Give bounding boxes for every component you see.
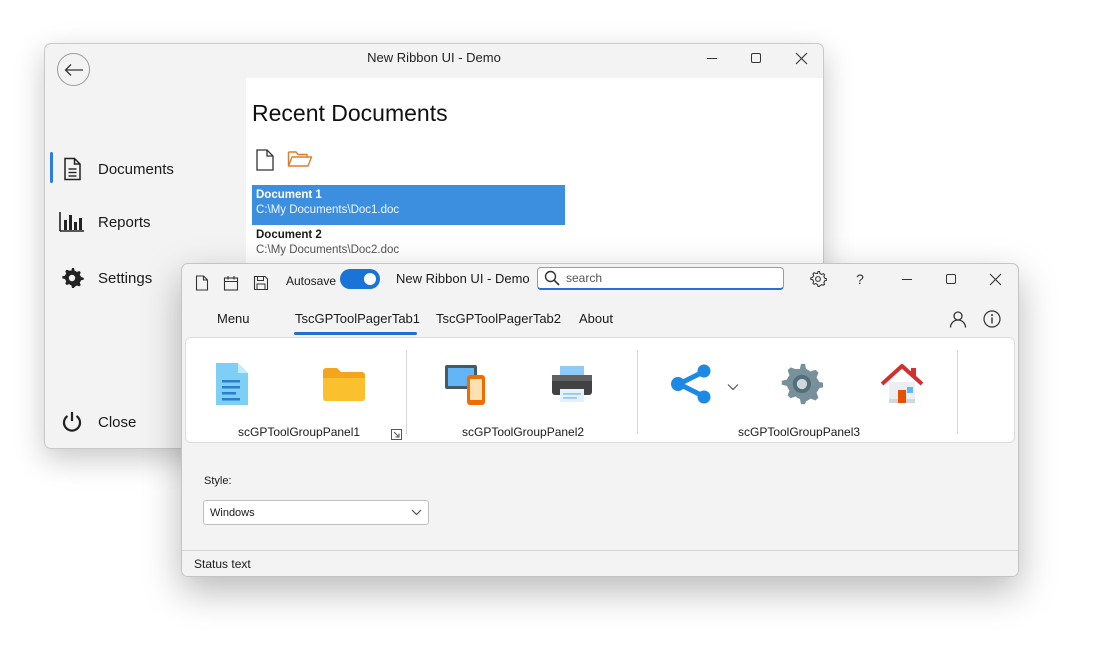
- search-box[interactable]: [537, 267, 784, 290]
- group-panel-label: scGPToolGroupPanel3: [738, 425, 861, 439]
- style-select[interactable]: Windows: [203, 500, 429, 525]
- nav-item-documents[interactable]: Documents: [59, 153, 174, 185]
- maximize-button[interactable]: [734, 44, 778, 72]
- quick-open-button[interactable]: [218, 270, 244, 296]
- ribbon-share-button[interactable]: [667, 360, 715, 408]
- group-panel-label: scGPToolGroupPanel1: [238, 425, 361, 439]
- power-icon: [59, 409, 85, 435]
- nav-item-label: Reports: [98, 213, 151, 231]
- ribbon-panel: scGPToolGroupPanel1 scGPToolGroupPanel2 …: [185, 337, 1015, 443]
- window-title: New Ribbon UI - Demo: [396, 271, 530, 286]
- quick-new-button[interactable]: [189, 270, 215, 296]
- user-icon: [949, 311, 967, 328]
- dialog-launcher-button[interactable]: [391, 427, 402, 445]
- ribbon-home-button[interactable]: [878, 360, 926, 408]
- group-separator: [637, 350, 638, 434]
- nav-item-reports[interactable]: Reports: [59, 206, 151, 238]
- minimize-icon: [902, 279, 912, 280]
- calendar-file-icon: [223, 276, 239, 291]
- document-path: C:\My Documents\Doc1.doc: [256, 204, 400, 216]
- gear-icon: [810, 270, 827, 288]
- close-icon: [795, 52, 807, 64]
- nav-item-label: Close: [98, 413, 137, 431]
- home-icon: [880, 364, 924, 403]
- bar-chart-icon: [59, 209, 85, 235]
- info-icon: [983, 310, 1001, 328]
- tab-about[interactable]: About: [579, 311, 613, 326]
- autosave-label: Autosave: [286, 274, 337, 288]
- document-path: C:\My Documents\Doc2.doc: [256, 244, 400, 256]
- group-separator: [406, 350, 407, 434]
- status-bar: Status text: [182, 550, 1018, 576]
- folder-open-icon: [287, 151, 313, 167]
- nav-item-settings[interactable]: Settings: [59, 262, 152, 294]
- new-document-button[interactable]: [255, 149, 275, 176]
- page-title: Recent Documents: [252, 100, 448, 126]
- gear-icon: [59, 265, 85, 291]
- group-panel-label: scGPToolGroupPanel2: [462, 425, 585, 439]
- save-icon: [253, 275, 269, 291]
- search-input[interactable]: [566, 271, 766, 285]
- tab-menu[interactable]: Menu: [217, 311, 250, 326]
- ribbon-window: Autosave New Ribbon UI - Demo ? Menu Tsc…: [181, 263, 1019, 577]
- document-name: Document 2: [256, 229, 322, 241]
- settings-button[interactable]: [805, 266, 831, 292]
- search-icon: [544, 270, 560, 286]
- help-button[interactable]: ?: [847, 266, 873, 292]
- info-button[interactable]: [979, 306, 1005, 332]
- quick-save-button[interactable]: [248, 270, 274, 296]
- minimize-button[interactable]: [894, 266, 920, 292]
- close-window-button[interactable]: [982, 266, 1008, 292]
- document-icon: [59, 156, 85, 182]
- ribbon-devices-button[interactable]: [442, 360, 490, 408]
- status-text: Status text: [194, 556, 251, 571]
- tab-pager-2[interactable]: TscGPToolPagerTab2: [436, 311, 561, 326]
- nav-item-label: Settings: [98, 269, 153, 287]
- minimize-button[interactable]: [690, 44, 734, 72]
- nav-item-label: Documents: [98, 160, 174, 178]
- style-label: Style:: [204, 475, 232, 487]
- nav-selection-indicator: [50, 152, 53, 183]
- printer-icon: [552, 366, 592, 402]
- back-button[interactable]: [57, 53, 90, 86]
- help-icon: ?: [856, 271, 864, 287]
- recent-document-item[interactable]: Document 2 C:\My Documents\Doc2.doc: [252, 225, 565, 265]
- chevron-down-icon: [411, 509, 422, 516]
- autosave-toggle[interactable]: [340, 269, 380, 289]
- maximize-icon: [751, 53, 761, 63]
- ribbon-printer-button[interactable]: [548, 360, 596, 408]
- account-button[interactable]: [945, 306, 971, 332]
- expand-corner-icon: [391, 429, 402, 440]
- folder-icon: [323, 368, 365, 401]
- active-tab-indicator: [294, 332, 417, 335]
- ribbon-folder-button[interactable]: [320, 360, 368, 408]
- ribbon-settings-button[interactable]: [777, 360, 825, 408]
- style-select-value: Windows: [210, 506, 255, 519]
- new-file-icon: [195, 275, 209, 291]
- gear-icon: [781, 363, 823, 405]
- document-name: Document 1: [256, 189, 322, 201]
- recent-document-item[interactable]: Document 1 C:\My Documents\Doc1.doc: [252, 185, 565, 225]
- share-dropdown-arrow[interactable]: [727, 378, 739, 396]
- tab-pager-1[interactable]: TscGPToolPagerTab1: [295, 311, 420, 326]
- nav-item-close[interactable]: Close: [59, 406, 136, 438]
- share-icon: [671, 364, 711, 404]
- devices-icon: [445, 365, 485, 405]
- recent-docs-toolbar: [255, 149, 313, 176]
- ribbon-document-button[interactable]: [208, 360, 256, 408]
- arrow-left-icon: [64, 63, 83, 76]
- document-icon: [216, 363, 248, 405]
- maximize-icon: [946, 274, 956, 284]
- maximize-button[interactable]: [938, 266, 964, 292]
- toggle-knob: [364, 273, 376, 285]
- minimize-icon: [707, 58, 717, 59]
- close-icon: [989, 273, 1001, 285]
- open-folder-button[interactable]: [287, 149, 313, 176]
- close-window-button[interactable]: [779, 44, 823, 72]
- new-file-icon: [256, 149, 274, 171]
- chevron-down-icon: [727, 384, 739, 391]
- group-separator: [957, 350, 958, 434]
